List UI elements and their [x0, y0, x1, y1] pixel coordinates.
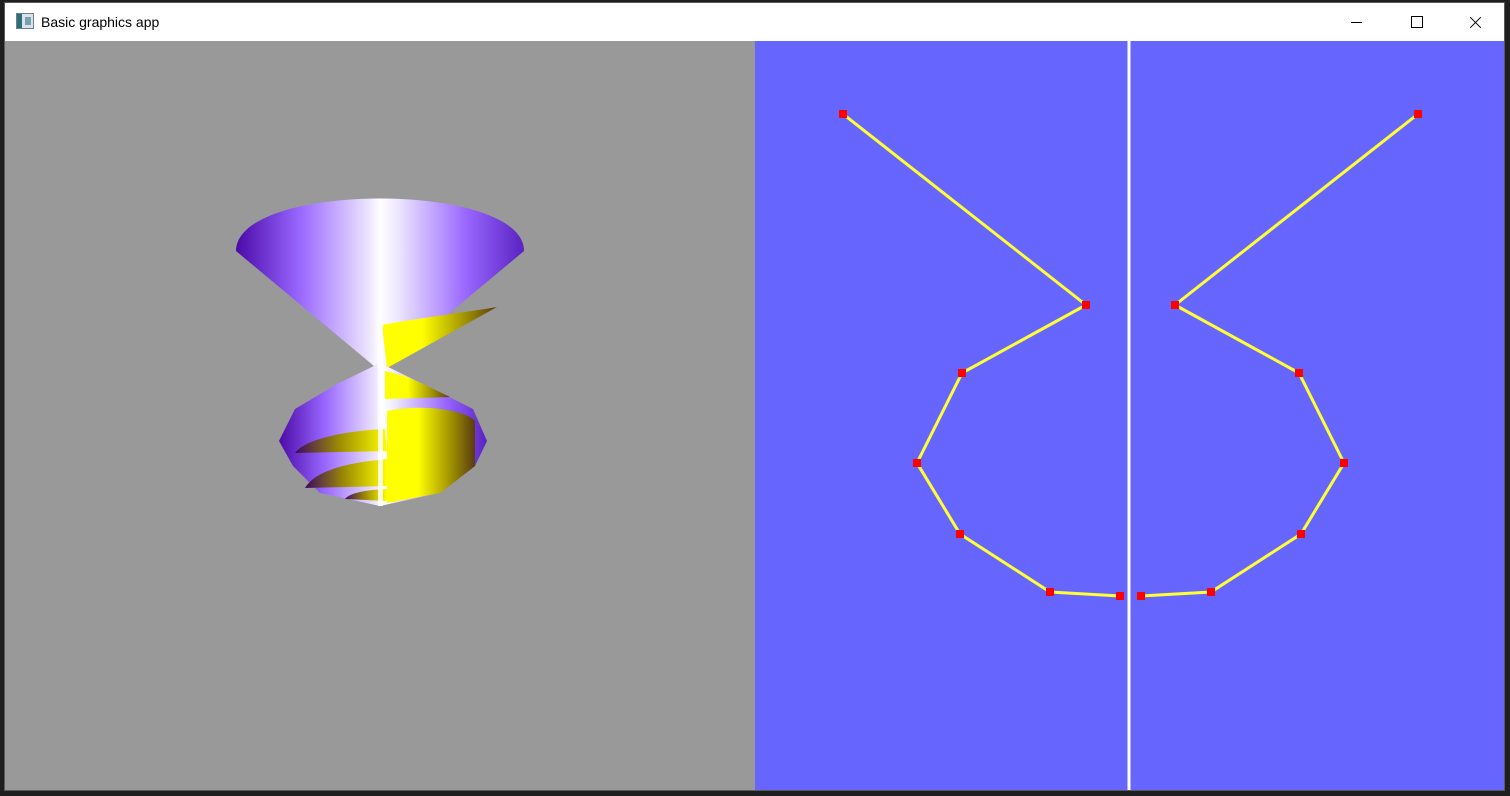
control-point-right-3[interactable]: [1295, 369, 1303, 377]
control-point-right-5[interactable]: [1297, 530, 1305, 538]
profile-editor[interactable]: [755, 41, 1504, 790]
control-point-left-2[interactable]: [1082, 301, 1090, 309]
control-point-left-7[interactable]: [1116, 592, 1124, 600]
control-point-right-6[interactable]: [1207, 588, 1215, 596]
maximize-button[interactable]: [1387, 3, 1445, 41]
minimize-button[interactable]: [1328, 3, 1386, 41]
control-point-left-1[interactable]: [839, 110, 847, 118]
control-point-right-1[interactable]: [1414, 110, 1422, 118]
inner-band-1: [385, 371, 450, 399]
profile-curve-right: [1140, 112, 1419, 598]
app-window: Basic graphics app: [4, 2, 1505, 791]
inner-band-2: [387, 407, 475, 503]
control-point-left-5[interactable]: [956, 530, 964, 538]
control-point-right-4[interactable]: [1340, 459, 1348, 467]
control-point-right-7[interactable]: [1137, 592, 1145, 600]
profile-canvas: [839, 41, 1422, 790]
close-button[interactable]: [1446, 3, 1504, 41]
profile-curve-left: [842, 112, 1121, 598]
render-viewport[interactable]: [5, 41, 755, 790]
lathe-render: [236, 198, 524, 506]
axis-highlight: [378, 321, 383, 506]
control-point-left-4[interactable]: [913, 459, 921, 467]
window-title: Basic graphics app: [41, 14, 160, 30]
title-bar[interactable]: Basic graphics app: [5, 3, 1504, 41]
control-point-left-6[interactable]: [1046, 588, 1054, 596]
control-point-left-3[interactable]: [958, 369, 966, 377]
control-point-right-2[interactable]: [1171, 301, 1179, 309]
app-window-icon: [16, 13, 34, 29]
